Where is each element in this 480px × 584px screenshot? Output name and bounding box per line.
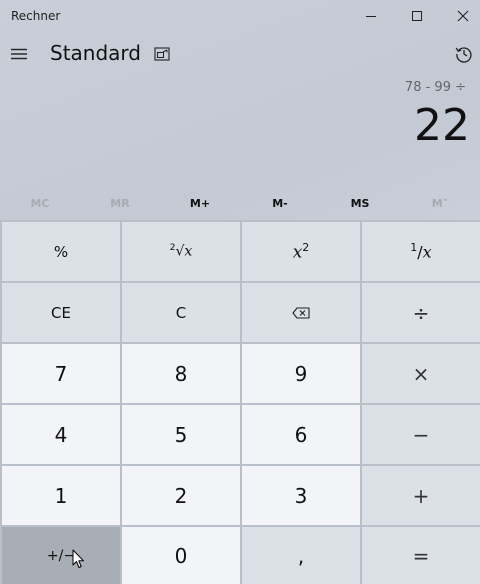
keep-on-top-button[interactable] — [146, 38, 178, 70]
decimal-button[interactable]: , — [242, 527, 360, 584]
memory-store-button[interactable]: MS — [320, 186, 400, 220]
root-variable: x — [184, 243, 193, 260]
navigation-menu-button[interactable] — [0, 32, 38, 76]
digit-6-button[interactable]: 6 — [242, 405, 360, 464]
square-root-label: 2√x — [170, 243, 193, 260]
multiply-button[interactable]: × — [362, 344, 480, 403]
digit-2-button[interactable]: 2 — [122, 466, 240, 525]
subtract-button[interactable]: − — [362, 405, 480, 464]
maximize-button[interactable] — [394, 0, 440, 32]
square-root-button[interactable]: 2√x — [122, 222, 240, 281]
memory-row: MC MR M+ M- MS M˅ — [0, 186, 480, 220]
minimize-button[interactable] — [348, 0, 394, 32]
digit-7-button[interactable]: 7 — [2, 344, 120, 403]
square-variable: x — [292, 242, 303, 263]
percent-label: % — [53, 242, 69, 261]
expression-display: 78 - 99 ÷ — [404, 80, 466, 95]
digit-9-button[interactable]: 9 — [242, 344, 360, 403]
equals-button[interactable]: = — [362, 527, 480, 584]
mode-title: Standard — [50, 41, 141, 65]
square-label: x2 — [293, 241, 310, 263]
digit-4-button[interactable]: 4 — [2, 405, 120, 464]
clear-button[interactable]: C — [122, 283, 240, 342]
hamburger-icon — [11, 48, 27, 60]
memory-subtract-button[interactable]: M- — [240, 186, 320, 220]
reciprocal-button[interactable]: 1/x — [362, 222, 480, 281]
digit-8-button[interactable]: 8 — [122, 344, 240, 403]
percent-button[interactable]: % — [2, 222, 120, 281]
digit-0-button[interactable]: 0 — [122, 527, 240, 584]
title-bar: Rechner — [0, 0, 480, 32]
keep-on-top-icon — [154, 47, 170, 61]
mouse-cursor-icon — [72, 549, 84, 568]
backspace-icon — [292, 306, 310, 319]
keypad: % 2√x x2 1/x CE C ÷ 7 8 9 × 4 5 6 − 1 2 … — [0, 220, 480, 584]
memory-add-button[interactable]: M+ — [160, 186, 240, 220]
square-exponent: 2 — [302, 240, 310, 254]
history-icon — [455, 47, 472, 63]
backspace-button[interactable] — [242, 283, 360, 342]
memory-list-button[interactable]: M˅ — [400, 186, 480, 220]
header: Standard — [0, 32, 480, 76]
minimize-icon — [366, 16, 376, 17]
divide-button[interactable]: ÷ — [362, 283, 480, 342]
reciprocal-variable: x — [422, 242, 432, 262]
close-button[interactable] — [440, 0, 480, 32]
square-button[interactable]: x2 — [242, 222, 360, 281]
digit-3-button[interactable]: 3 — [242, 466, 360, 525]
digit-1-button[interactable]: 1 — [2, 466, 120, 525]
memory-clear-button[interactable]: MC — [0, 186, 80, 220]
history-button[interactable] — [448, 38, 480, 70]
maximize-icon — [412, 11, 422, 21]
digit-5-button[interactable]: 5 — [122, 405, 240, 464]
app-title: Rechner — [11, 9, 61, 23]
add-button[interactable]: + — [362, 466, 480, 525]
reciprocal-label: 1/x — [410, 241, 431, 261]
clear-entry-button[interactable]: CE — [2, 283, 120, 342]
negate-button[interactable]: +/− — [2, 527, 120, 584]
memory-recall-button[interactable]: MR — [80, 186, 160, 220]
result-display: 22 — [414, 100, 470, 151]
close-icon — [457, 10, 469, 22]
